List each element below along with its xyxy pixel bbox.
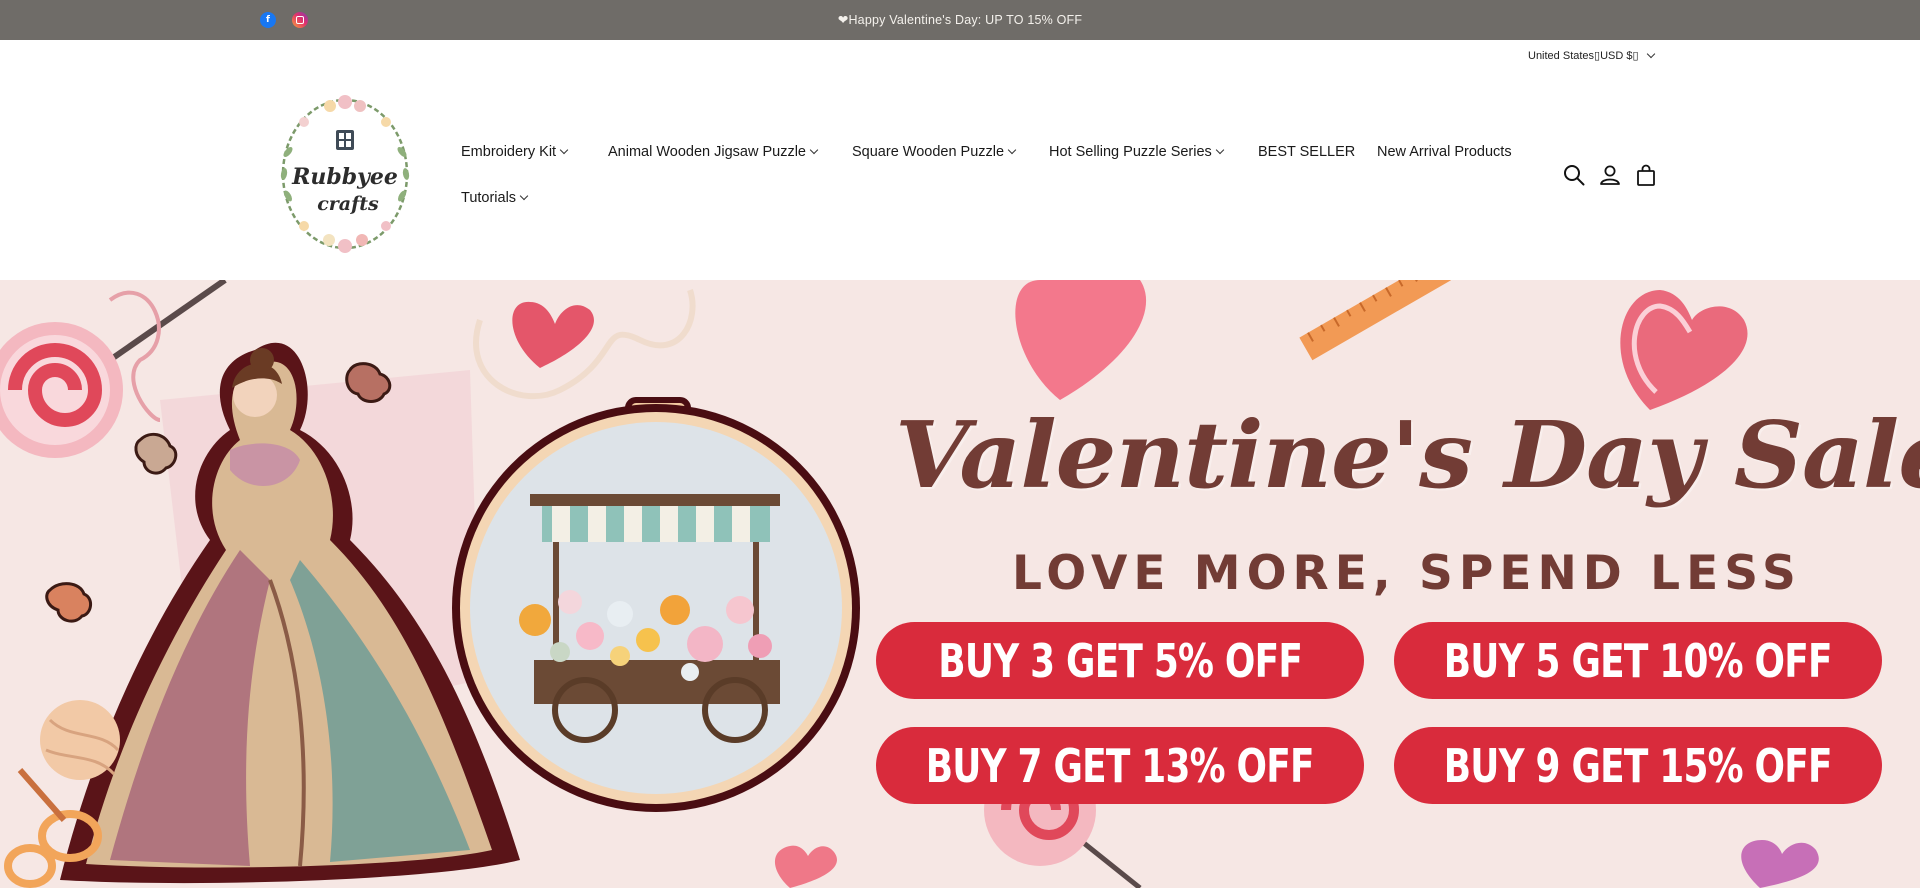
offer-label: BUY 3 GET 5% OFF	[938, 633, 1303, 688]
search-icon[interactable]	[1562, 163, 1586, 187]
chevron-down-icon	[559, 145, 569, 155]
offer-buy-3[interactable]: BUY 3 GET 5% OFF	[876, 622, 1364, 699]
embroidery-hoop-illustration	[452, 397, 860, 812]
nav-label: Embroidery Kit	[461, 144, 557, 160]
announcement-bar: f ❤Happy Valentine's Day: UP TO 15% OFF	[0, 0, 1920, 40]
account-icon[interactable]	[1598, 163, 1622, 187]
nav-new-arrival-products[interactable]: New Arrival Products	[1377, 144, 1512, 160]
locale-label: United States▯USD $▯	[1528, 50, 1639, 62]
offer-label: BUY 5 GET 10% OFF	[1444, 633, 1833, 688]
offer-label: BUY 9 GET 15% OFF	[1444, 738, 1833, 793]
nav-tutorials[interactable]: Tutorials	[461, 190, 529, 206]
nav-embroidery-kit[interactable]: Embroidery Kit	[461, 144, 569, 160]
valentines-sale-banner[interactable]: Valentine's Day Sale LOVE MORE, SPEND LE…	[0, 280, 1920, 888]
logo-text-line-1: Rubbyee	[291, 164, 398, 190]
banner-title: Valentine's Day Sale	[895, 401, 1920, 509]
announcement-text[interactable]: ❤Happy Valentine's Day: UP TO 15% OFF	[0, 12, 1920, 27]
offer-buy-5[interactable]: BUY 5 GET 10% OFF	[1394, 622, 1882, 699]
offer-label: BUY 7 GET 13% OFF	[926, 738, 1315, 793]
chevron-down-icon	[519, 191, 529, 201]
nav-label: Square Wooden Puzzle	[852, 144, 1005, 160]
logo-text-line-2: crafts	[317, 193, 379, 215]
offer-buy-7[interactable]: BUY 7 GET 13% OFF	[876, 727, 1364, 804]
nav-best-seller[interactable]: BEST SELLER	[1258, 144, 1355, 160]
rubbyee-crafts-logo[interactable]: Rubbyee crafts	[274, 92, 416, 256]
banner-subtitle: LOVE MORE, SPEND LESS	[1012, 546, 1802, 601]
nav-animal-wooden-jigsaw-puzzle[interactable]: Animal Wooden Jigsaw Puzzle	[608, 144, 819, 160]
nav-label: Tutorials	[461, 190, 517, 206]
nav-label: BEST SELLER	[1258, 144, 1356, 160]
chevron-down-icon	[1646, 49, 1655, 58]
chevron-down-icon	[1215, 145, 1225, 155]
nav-label: Hot Selling Puzzle Series	[1049, 144, 1212, 160]
nav-label: Animal Wooden Jigsaw Puzzle	[608, 144, 806, 160]
offer-buy-9[interactable]: BUY 9 GET 15% OFF	[1394, 727, 1882, 804]
country-currency-selector[interactable]: United States▯USD $▯	[1528, 49, 1655, 62]
ruler-decoration	[1299, 280, 1451, 361]
nav-hot-selling-puzzle-series[interactable]: Hot Selling Puzzle Series	[1049, 144, 1225, 160]
nav-square-wooden-puzzle[interactable]: Square Wooden Puzzle	[852, 144, 1017, 160]
cart-icon[interactable]	[1634, 163, 1658, 187]
chevron-down-icon	[1007, 145, 1017, 155]
nav-label: New Arrival Products	[1377, 144, 1512, 160]
chevron-down-icon	[809, 145, 819, 155]
